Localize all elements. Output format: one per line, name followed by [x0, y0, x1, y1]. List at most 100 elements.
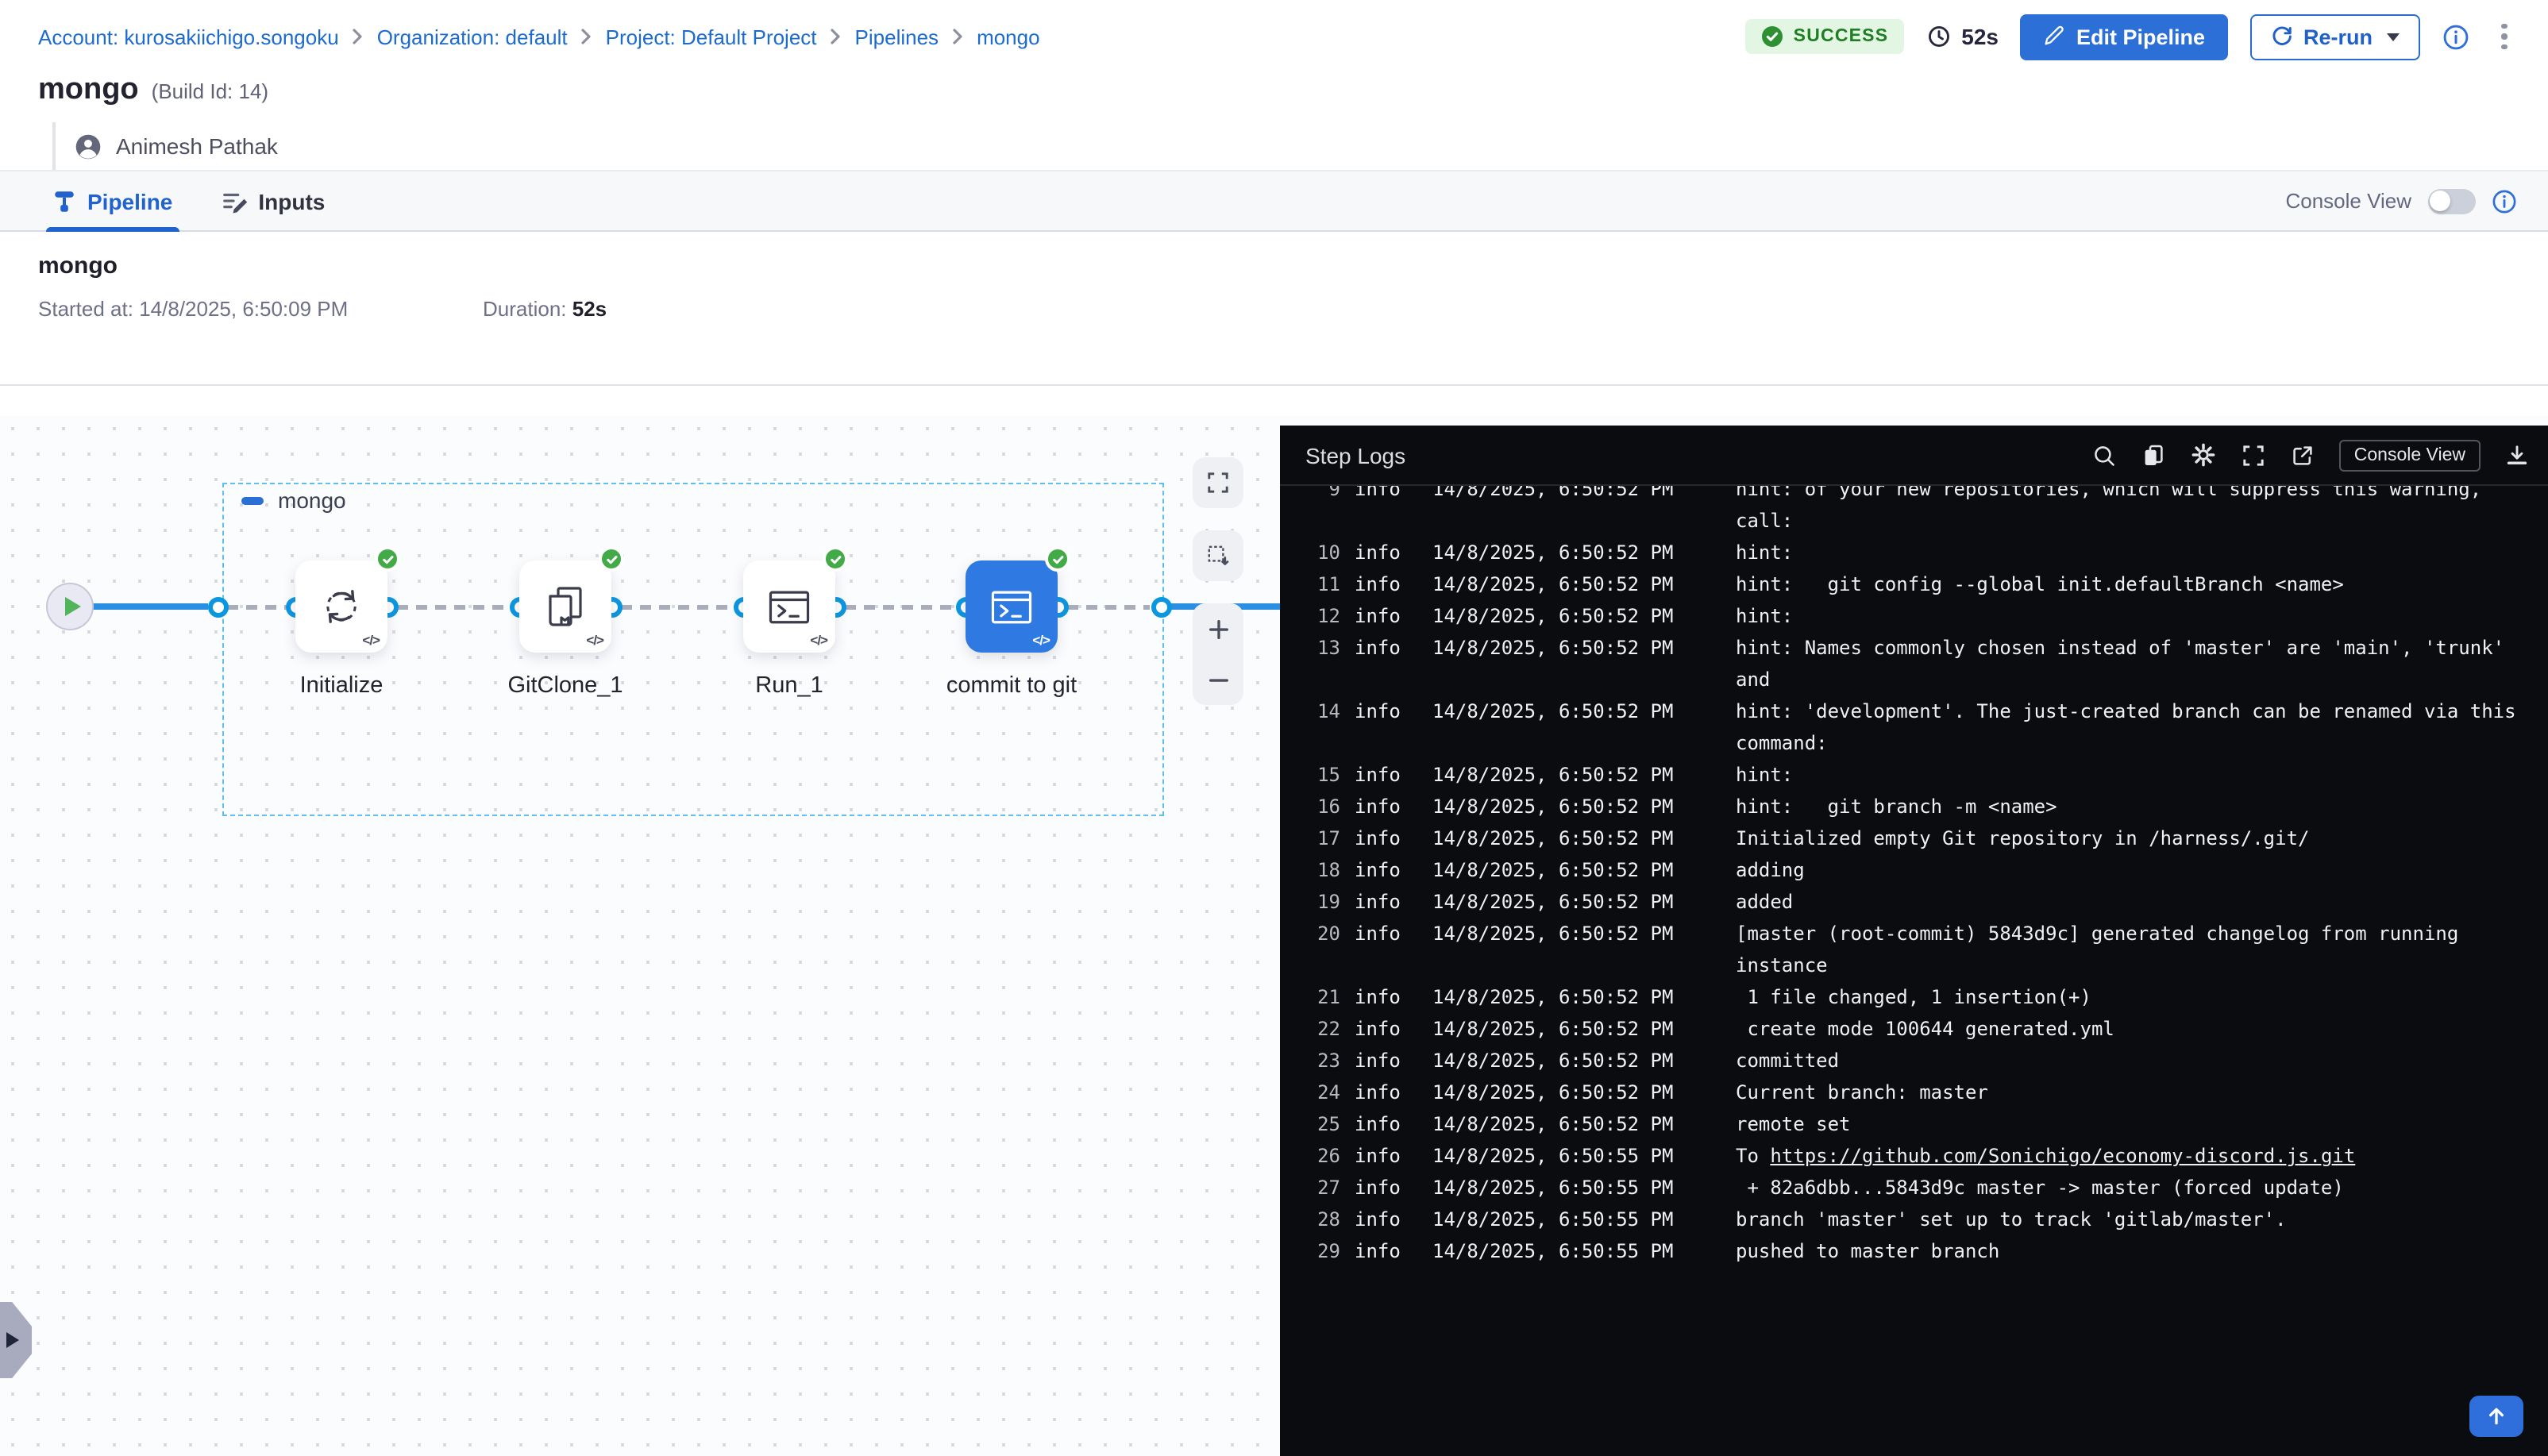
build-id: (Build Id: 14) — [152, 79, 268, 103]
fit-to-screen-button[interactable] — [1193, 457, 1243, 508]
log-message: create mode 100644 generated.yml — [1736, 1013, 2532, 1045]
git-clone-icon — [542, 583, 589, 630]
total-duration: 52s — [1926, 24, 1999, 49]
code-icon: </> — [362, 632, 380, 648]
author-name: Animesh Pathak — [116, 133, 278, 159]
pipeline-node-initialize[interactable]: </> — [295, 560, 387, 653]
chevron-right-icon — [830, 29, 842, 44]
tab-bar: Pipeline Inputs Console View — [0, 170, 2548, 232]
log-message: committed — [1736, 1045, 2532, 1077]
log-row: 21info14/8/2025, 6:50:52 PM 1 file chang… — [1280, 981, 2548, 1013]
log-message: 1 file changed, 1 insertion(+) — [1736, 981, 2532, 1013]
header-actions: SUCCESS 52s Edit Pipeline Re-run — [1746, 13, 2516, 60]
log-row: 19info14/8/2025, 6:50:52 PMadded — [1280, 886, 2548, 918]
code-icon: </> — [586, 632, 603, 648]
open-in-new-icon[interactable] — [2291, 442, 2316, 468]
pipeline-node-gitclone[interactable]: </> — [519, 560, 611, 653]
connector-port — [1151, 596, 1171, 617]
pipeline-node-commit-to-git[interactable]: </> — [966, 560, 1058, 653]
log-message: hint: of your new repositories, which wi… — [1736, 486, 2532, 537]
inputs-icon — [220, 188, 247, 214]
expand-panel-handle[interactable] — [0, 1302, 32, 1378]
duration-label: Duration: — [483, 297, 567, 321]
console-view-group: Console View — [2285, 171, 2516, 230]
settings-gear-icon[interactable] — [2191, 441, 2218, 468]
breadcrumb: Account: kurosakiichigo.songoku Organiza… — [38, 25, 1040, 48]
search-icon[interactable] — [2092, 442, 2118, 468]
log-row: 15info14/8/2025, 6:50:52 PMhint: — [1280, 759, 2548, 791]
rerun-button[interactable]: Re-run — [2249, 13, 2420, 60]
node-label-commit-to-git: commit to git — [908, 673, 1115, 699]
breadcrumb-pipeline-name[interactable]: mongo — [977, 25, 1040, 48]
download-icon[interactable] — [2504, 442, 2529, 468]
log-message: To https://github.com/Sonichigo/economy-… — [1736, 1140, 2532, 1172]
log-row: 29info14/8/2025, 6:50:55 PMpushed to mas… — [1280, 1235, 2548, 1267]
code-icon: </> — [1032, 632, 1050, 648]
chevron-right-icon — [352, 29, 364, 44]
copy-icon[interactable] — [2141, 442, 2167, 468]
log-message: pushed to master branch — [1736, 1235, 2532, 1267]
log-message: remote set — [1736, 1108, 2532, 1140]
pipeline-start-node — [46, 583, 94, 630]
step-logs-header: Step Logs Console View — [1280, 426, 2548, 486]
edge-dashed — [845, 604, 954, 609]
breadcrumb-pipelines[interactable]: Pipelines — [855, 25, 939, 48]
log-message: branch 'master' set up to track 'gitlab/… — [1736, 1204, 2532, 1235]
expand-arrow-icon — [6, 1332, 19, 1348]
log-content[interactable]: 9info14/8/2025, 6:50:52 PMhint: of your … — [1280, 486, 2548, 1456]
log-row: 13info14/8/2025, 6:50:52 PMhint: Names c… — [1280, 632, 2548, 695]
tab-pipeline[interactable]: Pipeline — [52, 171, 172, 230]
step-success-icon — [599, 546, 624, 572]
fullscreen-icon[interactable] — [2242, 442, 2267, 468]
node-label-initialize: Initialize — [238, 673, 445, 699]
scroll-to-top-button[interactable] — [2469, 1396, 2523, 1437]
log-link[interactable]: https://github.com/Sonichigo/economy-dis… — [1770, 1145, 2355, 1167]
duration-text: 52s — [1961, 24, 1999, 49]
log-row: 27info14/8/2025, 6:50:55 PM + 82a6dbb...… — [1280, 1172, 2548, 1204]
status-badge: SUCCESS — [1746, 19, 1905, 54]
zoom-out-button[interactable] — [1193, 654, 1243, 705]
log-message: hint: — [1736, 537, 2532, 568]
edge-dashed — [1067, 604, 1150, 609]
log-row: 28info14/8/2025, 6:50:55 PMbranch 'maste… — [1280, 1204, 2548, 1235]
zoom-in-button[interactable] — [1193, 603, 1243, 654]
caret-down-icon — [2387, 33, 2400, 40]
console-view-label: Console View — [2285, 189, 2411, 213]
log-row: 10info14/8/2025, 6:50:52 PMhint: — [1280, 537, 2548, 568]
info-icon[interactable] — [2442, 23, 2469, 50]
breadcrumb-organization[interactable]: Organization: default — [377, 25, 568, 48]
edit-pipeline-button[interactable]: Edit Pipeline — [2021, 13, 2227, 60]
stage-title: mongo — [38, 252, 2510, 279]
code-icon: </> — [810, 632, 827, 648]
tab-inputs[interactable]: Inputs — [220, 171, 325, 230]
breadcrumb-account[interactable]: Account: kurosakiichigo.songoku — [38, 25, 339, 48]
log-message: hint: 'development'. The just-created br… — [1736, 695, 2532, 759]
canvas-controls — [1193, 457, 1243, 705]
marquee-select-button[interactable] — [1193, 530, 1243, 581]
log-row: 26info14/8/2025, 6:50:55 PMTo https://gi… — [1280, 1140, 2548, 1172]
log-row: 14info14/8/2025, 6:50:52 PMhint: 'develo… — [1280, 695, 2548, 759]
collapse-stage-icon[interactable] — [241, 496, 264, 504]
pipeline-execution-page: Account: kurosakiichigo.songoku Organiza… — [0, 0, 2548, 1456]
log-message: [master (root-commit) 5843d9c] generated… — [1736, 918, 2532, 981]
log-row: 11info14/8/2025, 6:50:52 PMhint: git con… — [1280, 568, 2548, 600]
step-logs-title: Step Logs — [1305, 442, 2092, 468]
check-circle-icon — [1762, 25, 1784, 48]
console-view-toggle[interactable] — [2427, 188, 2475, 214]
console-view-button[interactable]: Console View — [2340, 439, 2480, 471]
chevron-right-icon — [580, 29, 593, 44]
log-row: 16info14/8/2025, 6:50:52 PMhint: git bra… — [1280, 791, 2548, 822]
node-label-gitclone: GitClone_1 — [462, 673, 669, 699]
more-options-menu-icon[interactable] — [2492, 17, 2516, 56]
edge-dashed — [397, 604, 508, 609]
pencil-icon — [2043, 25, 2065, 48]
log-row: 9info14/8/2025, 6:50:52 PMhint: of your … — [1280, 486, 2548, 537]
log-row: 25info14/8/2025, 6:50:52 PMremote set — [1280, 1108, 2548, 1140]
status-text: SUCCESS — [1794, 27, 1889, 46]
breadcrumb-project[interactable]: Project: Default Project — [606, 25, 817, 48]
terminal-icon — [764, 583, 815, 630]
play-icon — [64, 597, 80, 616]
page-header: Account: kurosakiichigo.songoku Organiza… — [0, 0, 2548, 170]
console-view-info-icon[interactable] — [2491, 188, 2516, 214]
pipeline-node-run[interactable]: </> — [743, 560, 835, 653]
